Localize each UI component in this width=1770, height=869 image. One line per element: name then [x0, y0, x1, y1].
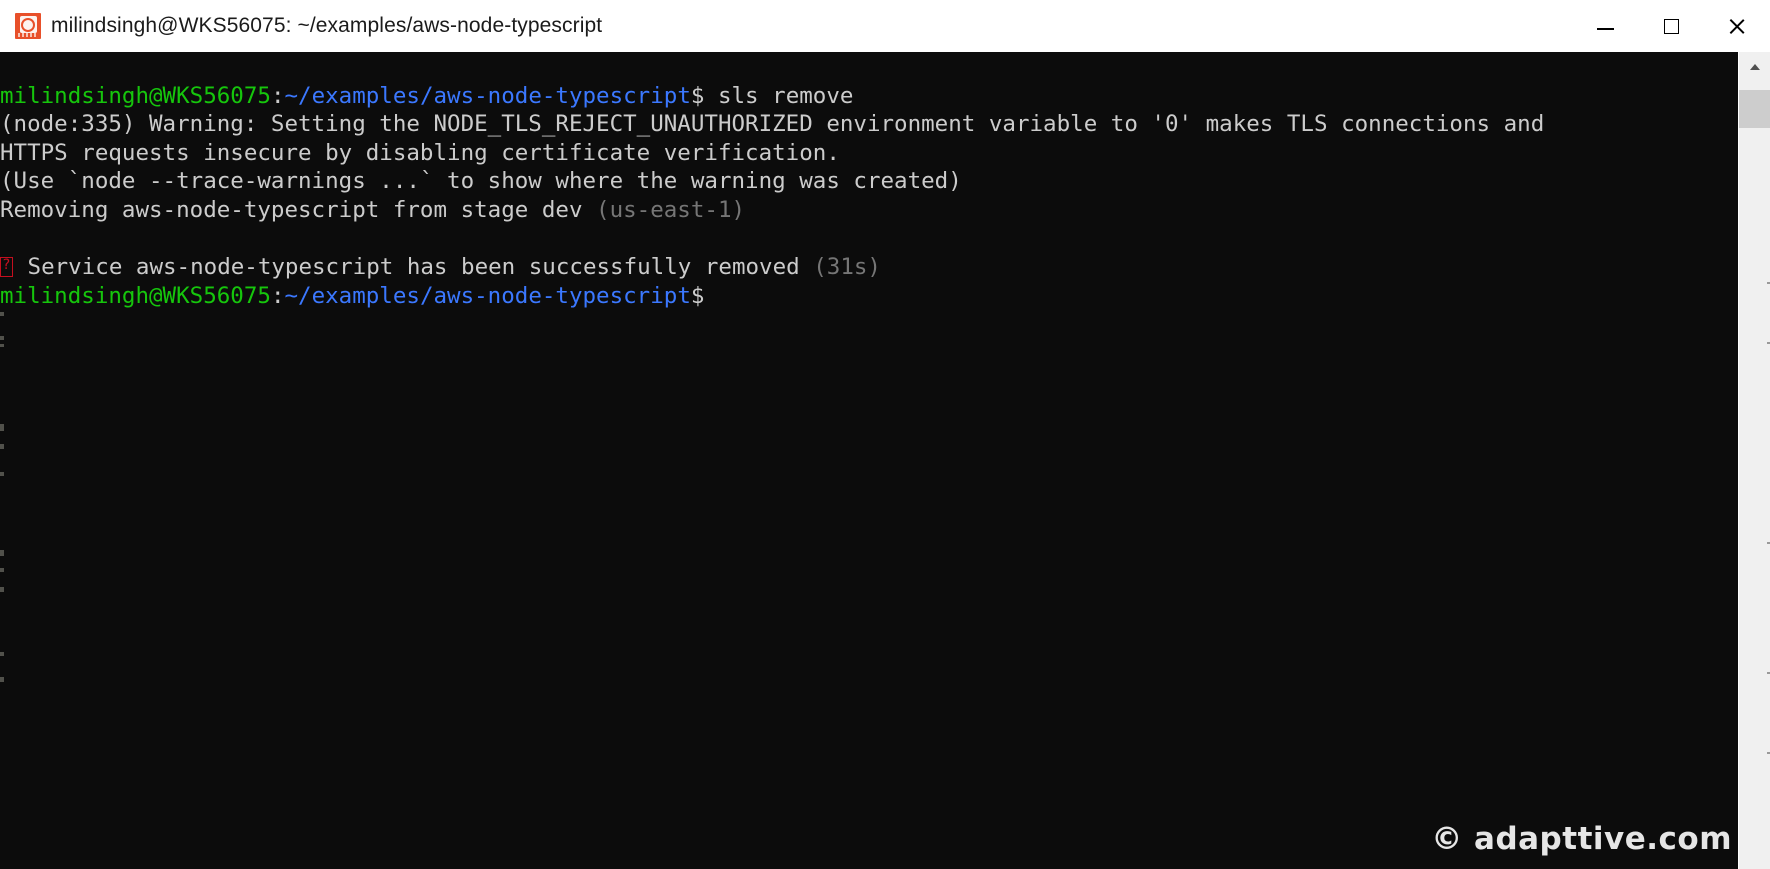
render-artifact	[0, 424, 4, 431]
close-icon	[1728, 17, 1747, 36]
prompt-path: ~/examples/aws-node-typescript	[284, 282, 691, 309]
terminal-output-area[interactable]: milindsingh@WKS56075:~/examples/aws-node…	[0, 52, 1738, 869]
watermark: © adapttive.com	[1431, 821, 1732, 857]
success-duration: (31s)	[813, 254, 881, 281]
removing-text: Removing aws-node-typescript from stage …	[0, 196, 597, 223]
render-artifact	[0, 677, 4, 682]
window-title: milindsingh@WKS56075: ~/examples/aws-nod…	[51, 14, 603, 37]
render-artifact	[0, 568, 4, 572]
terminal-line-prompt-command: milindsingh@WKS56075:~/examples/aws-node…	[0, 82, 1544, 111]
prompt-user-host: milindsingh@WKS56075	[0, 82, 271, 109]
prompt-separator: :	[270, 282, 285, 309]
render-artifact	[0, 550, 4, 556]
window-controls	[1572, 0, 1770, 52]
prompt-user-host: milindsingh@WKS56075	[0, 282, 271, 309]
maximize-icon	[1663, 18, 1679, 34]
render-artifact	[0, 587, 4, 592]
terminal-line-removing: Removing aws-node-typescript from stage …	[0, 196, 1544, 225]
terminal-line-success: Service aws-node-typescript has been suc…	[0, 253, 1544, 282]
maximize-button[interactable]	[1638, 0, 1704, 52]
app-icon-inner	[19, 16, 37, 33]
minimize-icon	[1596, 28, 1614, 30]
removing-region: (us-east-1)	[596, 196, 746, 223]
missing-glyph-icon	[0, 255, 13, 278]
prompt-symbol: $	[690, 82, 705, 109]
command-text: sls remove	[717, 82, 854, 109]
terminal-window: milindsingh@WKS56075: ~/examples/aws-nod…	[0, 0, 1770, 869]
terminal-line-warning-1b: HTTPS requests insecure by disabling cer…	[0, 139, 840, 166]
vertical-scrollbar[interactable]	[1738, 52, 1770, 869]
success-text: Service aws-node-typescript has been suc…	[14, 254, 814, 281]
prompt-path: ~/examples/aws-node-typescript	[284, 82, 691, 109]
terminal-line-prompt-final: milindsingh@WKS56075:~/examples/aws-node…	[0, 282, 1544, 311]
terminal-line-warning-1a: (node:335) Warning: Setting the NODE_TLS…	[0, 111, 1545, 138]
prompt-symbol: $	[690, 282, 705, 309]
scrollbar-thumb[interactable]	[1739, 90, 1770, 128]
render-artifact	[0, 652, 4, 656]
terminal-app-icon	[15, 13, 41, 39]
prompt-separator: :	[270, 82, 285, 109]
app-icon-base	[18, 33, 38, 37]
scroll-up-button[interactable]	[1739, 52, 1770, 82]
close-button[interactable]	[1704, 0, 1770, 52]
app-icon-ring	[21, 17, 35, 32]
render-artifact	[0, 472, 4, 476]
minimize-button[interactable]	[1572, 0, 1638, 52]
title-bar[interactable]: milindsingh@WKS56075: ~/examples/aws-nod…	[0, 0, 1770, 53]
scroll-up-icon	[1750, 64, 1760, 70]
render-artifact	[0, 444, 4, 449]
terminal-line-warning-2: (Use `node --trace-warnings ...` to show…	[0, 168, 962, 195]
terminal-text: milindsingh@WKS56075:~/examples/aws-node…	[0, 53, 1544, 368]
terminal-command: sls remove	[704, 83, 853, 109]
